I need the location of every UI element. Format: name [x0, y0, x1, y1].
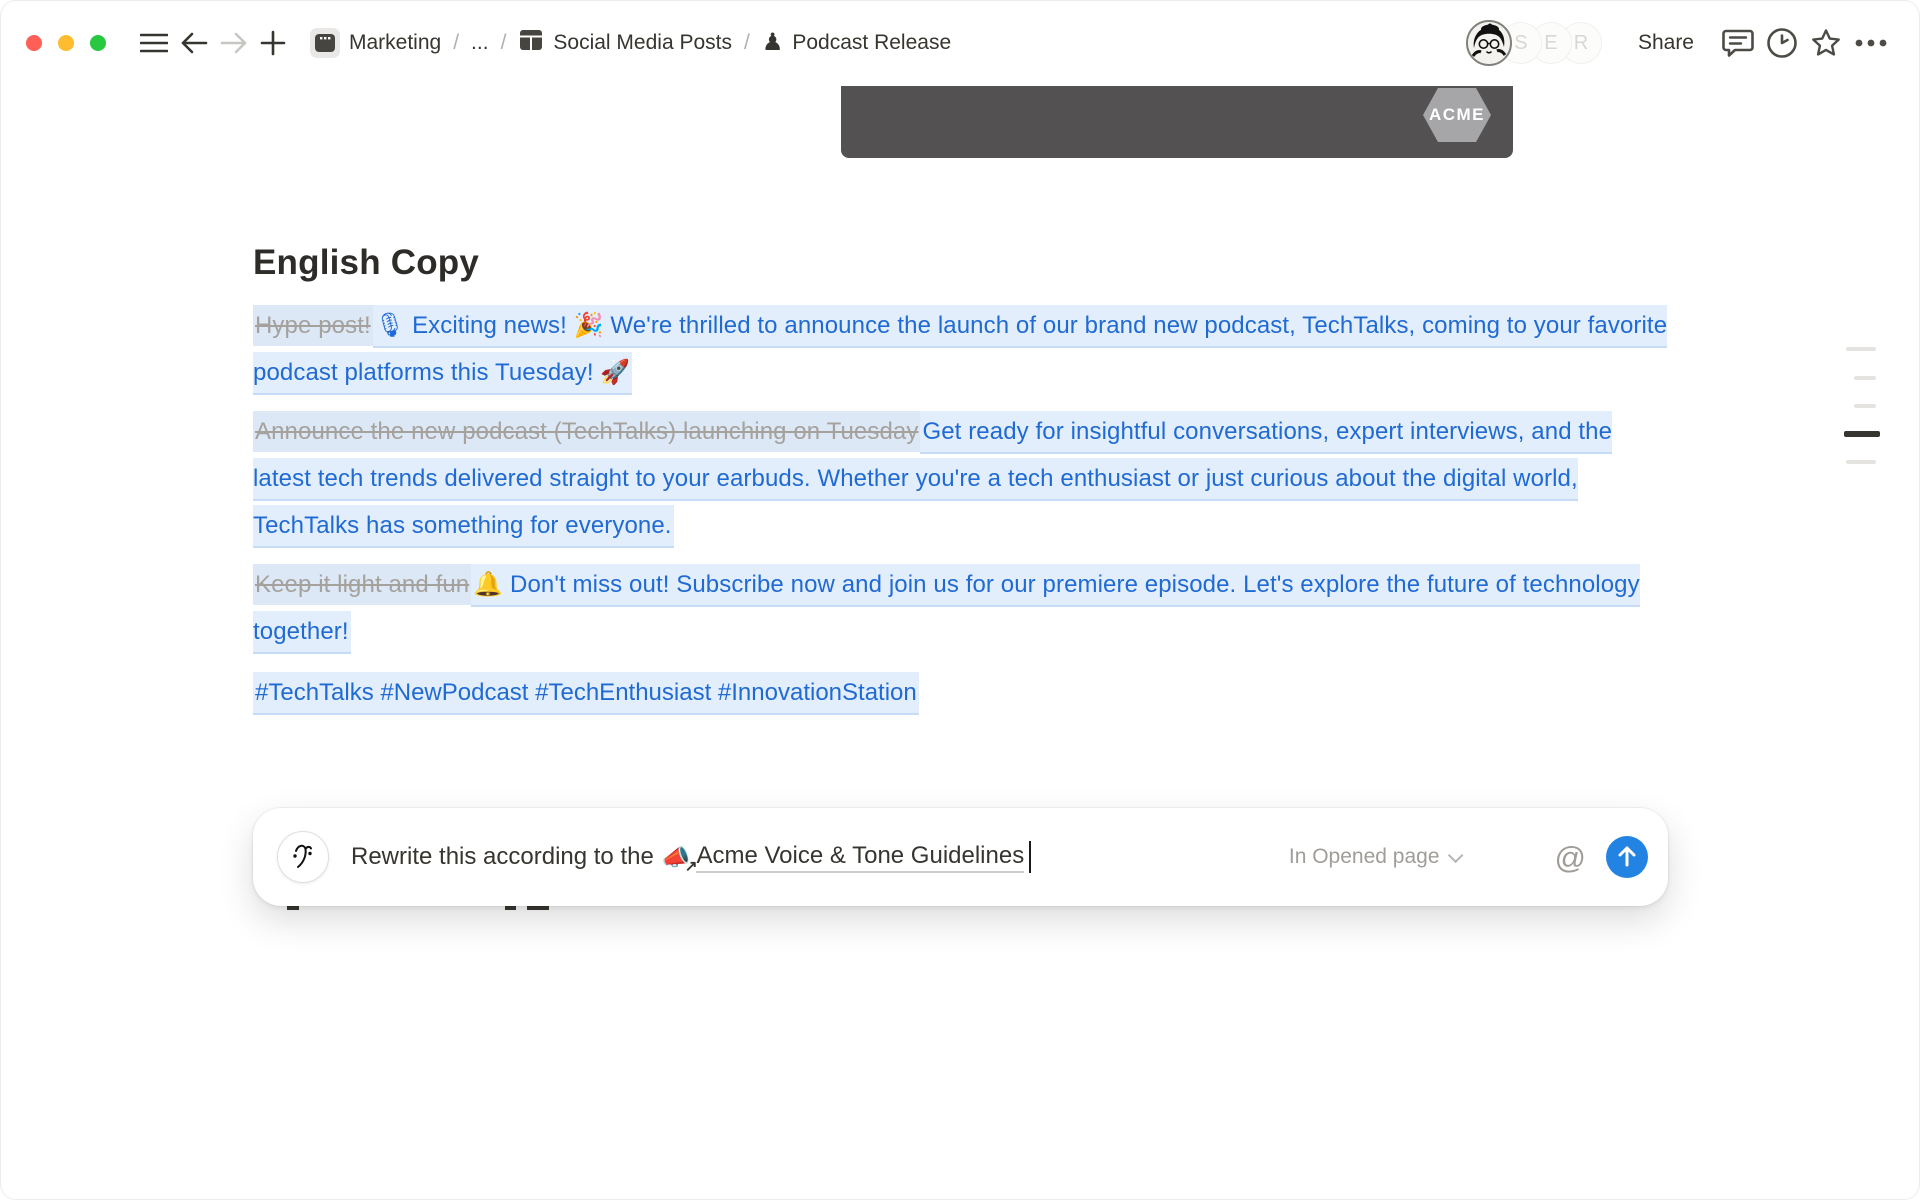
back-button[interactable] — [174, 26, 214, 60]
send-button[interactable] — [1606, 836, 1648, 878]
mention-button[interactable]: @ — [1555, 842, 1586, 873]
arrow-left-icon — [180, 32, 208, 54]
megaphone-page-icon: 📣↗ — [662, 844, 691, 871]
scope-label: In Opened page — [1289, 845, 1440, 869]
text-cursor — [1029, 841, 1031, 873]
prompt-text: Rewrite this according to the — [351, 843, 654, 871]
breadcrumb-separator: / — [501, 31, 507, 55]
suggested-edit-paragraph[interactable]: Keep it light and fun🔔 Don't miss out! S… — [253, 561, 1668, 655]
suggested-edit-paragraph[interactable]: Announce the new podcast (TechTalks) lau… — [253, 408, 1668, 549]
breadcrumb-item-podcast-release[interactable]: ♟ Podcast Release — [754, 27, 959, 59]
deleted-text: Announce the new podcast (TechTalks) lau… — [253, 411, 920, 452]
plus-icon — [260, 30, 286, 56]
deleted-text: Keep it light and fun — [253, 564, 471, 605]
hashtags-line[interactable]: #TechTalks #NewPodcast #TechEnthusiast #… — [253, 669, 1668, 716]
presence-avatars: S E R — [1466, 20, 1602, 66]
inserted-text: #TechTalks #NewPodcast #TechEnthusiast #… — [253, 672, 919, 715]
comment-icon — [1722, 28, 1754, 58]
window-controls — [26, 35, 106, 51]
notion-window: Marketing / ... / Social Media Posts / ♟… — [0, 0, 1920, 1200]
outline-mark — [1846, 460, 1876, 464]
more-button[interactable] — [1848, 32, 1894, 54]
page-body: English Copy Hype post!🎙 Exciting news! … — [253, 243, 1668, 716]
breadcrumb-label: Social Media Posts — [553, 31, 732, 55]
arrow-up-icon — [1617, 845, 1637, 870]
pawn-page-icon: ♟ — [762, 31, 784, 55]
notion-ai-icon — [277, 831, 329, 883]
avatar[interactable] — [1466, 20, 1512, 66]
sidebar-toggle-button[interactable] — [134, 26, 174, 60]
new-page-button[interactable] — [254, 24, 292, 62]
clock-icon — [1766, 27, 1798, 59]
board-icon — [518, 27, 544, 59]
scope-selector[interactable]: In Opened page — [1289, 845, 1459, 869]
outline-mark-active — [1844, 431, 1880, 437]
breadcrumb: Marketing / ... / Social Media Posts / ♟… — [302, 23, 959, 63]
ellipsis-icon — [1854, 38, 1888, 48]
acme-logo-badge: ACME — [1423, 88, 1491, 142]
hamburger-icon — [140, 32, 168, 54]
breadcrumb-label: ... — [471, 31, 489, 55]
breadcrumb-item-marketing[interactable]: Marketing — [302, 24, 449, 62]
outline-mark — [1854, 376, 1876, 380]
toolbar: Marketing / ... / Social Media Posts / ♟… — [0, 0, 1920, 86]
outline-mark — [1846, 347, 1876, 351]
deleted-text: Hype post! — [253, 305, 373, 346]
page-mention-link[interactable]: Acme Voice & Tone Guidelines — [696, 842, 1024, 873]
breadcrumb-item-social-media-posts[interactable]: Social Media Posts — [510, 23, 740, 63]
suggested-edit-paragraph[interactable]: Hype post!🎙 Exciting news! 🎉 We're thril… — [253, 302, 1668, 396]
breadcrumb-separator: / — [744, 31, 750, 55]
ai-prompt-bar[interactable]: Rewrite this according to the 📣↗ Acme Vo… — [253, 808, 1668, 906]
comments-button[interactable] — [1716, 22, 1760, 64]
ai-prompt-input[interactable]: Rewrite this according to the 📣↗ Acme Vo… — [351, 841, 1031, 873]
breadcrumb-ellipsis[interactable]: ... — [463, 27, 497, 59]
favorite-button[interactable] — [1804, 21, 1848, 65]
history-button[interactable] — [1760, 21, 1804, 65]
close-window-button[interactable] — [26, 35, 42, 51]
link-arrow-icon: ↗ — [685, 857, 698, 875]
page-heading: English Copy — [253, 243, 1668, 283]
workspace-icon — [310, 28, 340, 58]
arrow-right-icon — [220, 32, 248, 54]
minimize-window-button[interactable] — [58, 35, 74, 51]
zoom-window-button[interactable] — [90, 35, 106, 51]
chevron-down-icon — [1447, 847, 1463, 863]
inserted-text: 🎙 Exciting news! 🎉 We're thrilled to ann… — [253, 305, 1667, 395]
outline-mark — [1854, 404, 1876, 408]
breadcrumb-separator: / — [453, 31, 459, 55]
cover-image[interactable]: ACME — [841, 86, 1513, 158]
breadcrumb-label: Podcast Release — [792, 31, 951, 55]
acme-logo-text: ACME — [1429, 105, 1485, 125]
forward-button[interactable] — [214, 26, 254, 60]
star-icon — [1810, 27, 1842, 59]
breadcrumb-label: Marketing — [349, 31, 441, 55]
share-button[interactable]: Share — [1626, 23, 1706, 63]
